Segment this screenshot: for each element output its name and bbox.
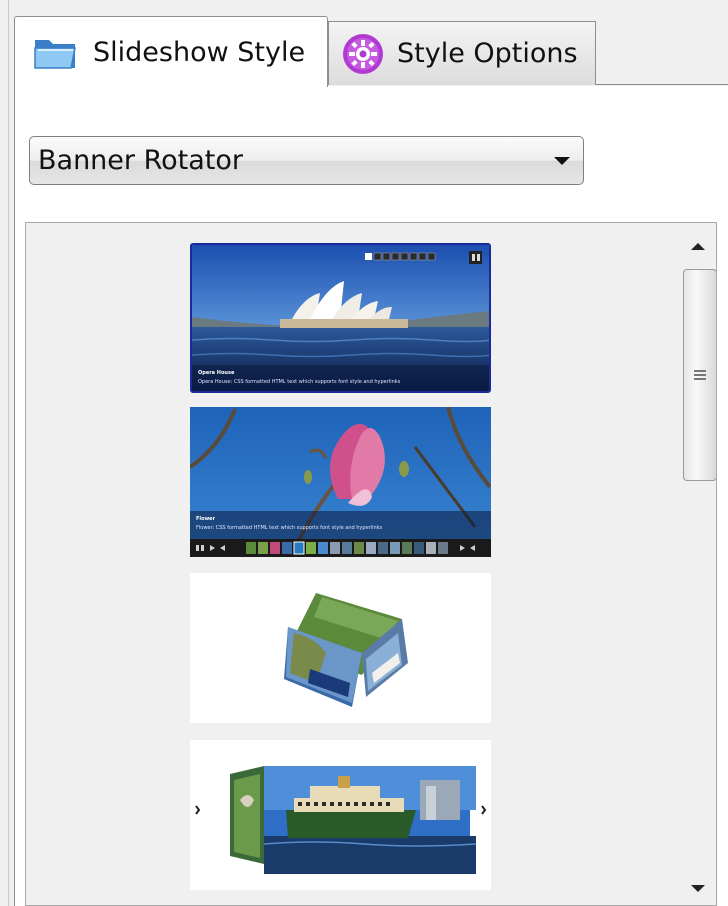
style-thumbnail-carousel[interactable]: [190, 740, 491, 890]
tab-slideshow-style[interactable]: Slideshow Style: [14, 16, 328, 87]
arrow-down-icon: [691, 884, 705, 892]
app-window: Slideshow Style Style Options Banner Rot…: [0, 0, 728, 906]
tab-bar: Slideshow Style Style Options: [14, 0, 728, 87]
window-border: [8, 0, 9, 906]
slideshow-style-select[interactable]: Banner Rotator: [29, 136, 584, 185]
style-thumbnail-flower[interactable]: Flower Flower: CSS formatted HTML text w…: [190, 407, 491, 557]
thumb-caption-text: Flower: CSS formatted HTML text which su…: [196, 525, 383, 531]
arrow-up-icon: [691, 242, 705, 250]
scroll-down-button[interactable]: [680, 873, 716, 903]
tab-label: Style Options: [397, 38, 578, 69]
gear-icon: [341, 32, 385, 76]
thumb-caption-text: Opera House: CSS formatted HTML text whi…: [198, 379, 401, 385]
folder-icon: [33, 32, 79, 72]
scroll-thumb[interactable]: [683, 269, 716, 481]
thumb-caption-title: Flower: [196, 516, 216, 522]
style-thumbnail-cube[interactable]: [190, 573, 491, 723]
select-value: Banner Rotator: [38, 145, 243, 176]
chevron-down-icon: [554, 156, 570, 165]
tab-panel: Banner Rotator Opera House Opera House: …: [14, 86, 728, 906]
tab-style-options[interactable]: Style Options: [328, 21, 596, 85]
scroll-up-button[interactable]: [680, 231, 716, 261]
vertical-scrollbar[interactable]: [680, 223, 716, 905]
style-thumbnail-banner-rotator[interactable]: Opera House Opera House: CSS formatted H…: [190, 243, 491, 393]
thumb-caption-title: Opera House: [198, 370, 235, 376]
tab-label: Slideshow Style: [93, 36, 306, 68]
style-gallery: Opera House Opera House: CSS formatted H…: [25, 222, 717, 906]
tab-divider: [596, 84, 728, 85]
grip-icon: [694, 370, 706, 380]
